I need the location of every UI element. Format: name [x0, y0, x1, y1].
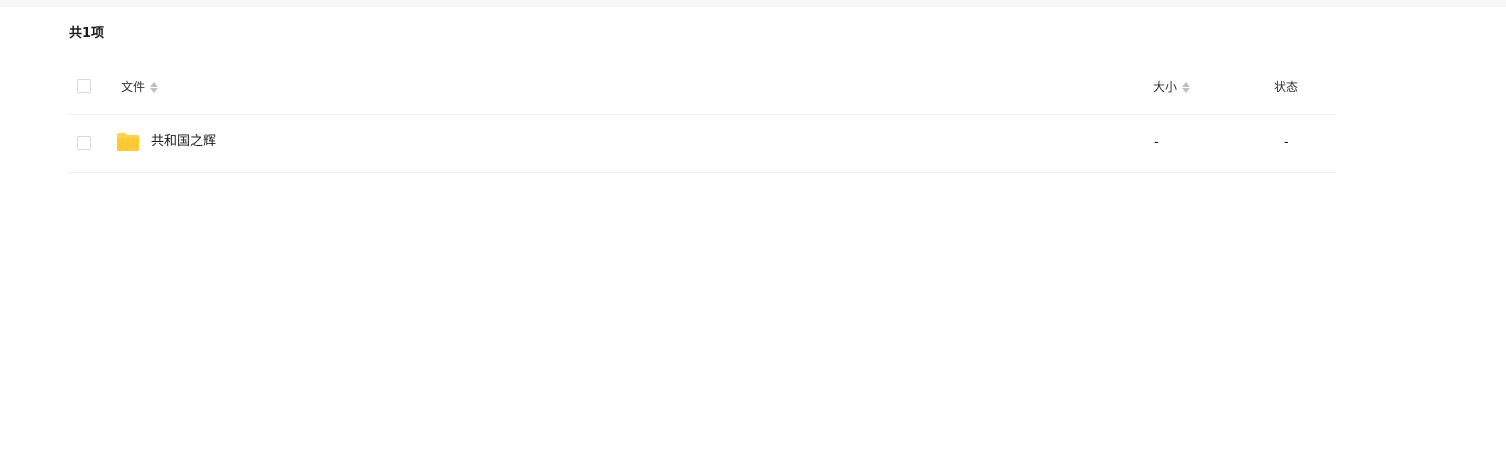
file-name-cell[interactable]: 共和国之辉 — [116, 132, 216, 152]
file-size: - — [1154, 135, 1159, 150]
table-header: 文件 大小 状态 — [69, 60, 1336, 115]
file-name[interactable]: 共和国之辉 — [151, 132, 216, 152]
sort-icon[interactable] — [1182, 81, 1191, 93]
file-list-table: 文件 大小 状态 共和国之辉 - - — [69, 60, 1336, 173]
sort-icon[interactable] — [150, 81, 159, 93]
top-divider-strip — [0, 0, 1506, 7]
row-checkbox[interactable] — [77, 136, 91, 150]
item-count-label: 共1项 — [69, 26, 105, 41]
column-header-status-label: 状态 — [1274, 80, 1299, 94]
column-header-file[interactable]: 文件 — [121, 79, 159, 95]
column-header-file-label: 文件 — [121, 80, 146, 94]
column-header-size-label: 大小 — [1153, 80, 1178, 94]
column-header-size[interactable]: 大小 — [1153, 79, 1191, 95]
file-status: - — [1284, 135, 1289, 150]
select-all-checkbox[interactable] — [77, 79, 91, 93]
column-header-status: 状态 — [1274, 79, 1298, 95]
table-row[interactable]: 共和国之辉 - - — [69, 115, 1336, 173]
folder-icon — [117, 133, 139, 151]
